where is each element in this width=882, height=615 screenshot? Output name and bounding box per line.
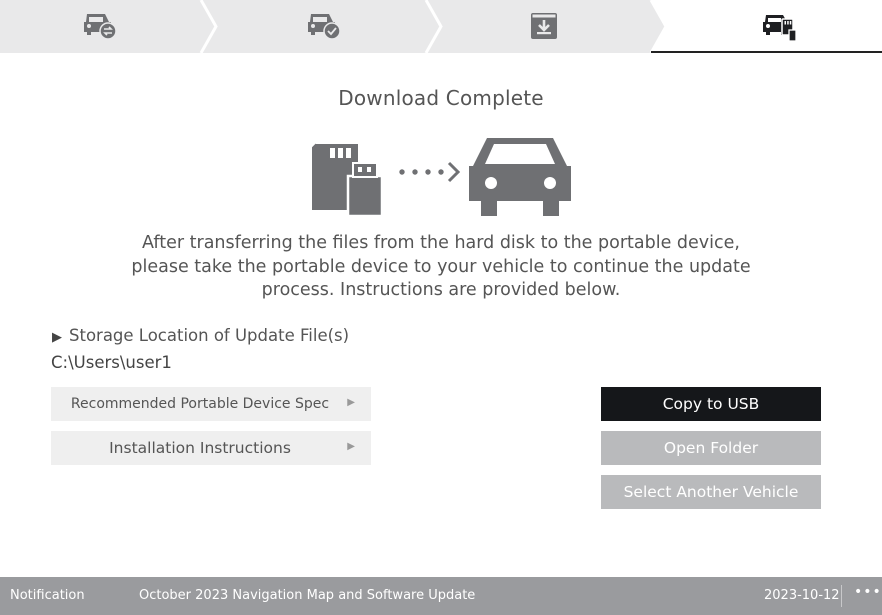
car-check-icon	[308, 14, 341, 40]
portable-device-icon	[312, 143, 384, 218]
page-title: Download Complete	[338, 86, 544, 110]
transfer-illustration	[312, 138, 571, 218]
step-progress-bar	[0, 0, 882, 53]
copy-to-usb-button[interactable]: Copy to USB	[601, 387, 821, 421]
instruction-line: After transferring the files from the ha…	[142, 233, 740, 253]
notification-bar: Notification October 2023 Navigation Map…	[0, 577, 882, 615]
notification-label[interactable]: Notification	[10, 588, 85, 603]
car-icon	[469, 138, 571, 216]
footer-divider	[841, 585, 842, 607]
car-swap-icon	[84, 14, 117, 40]
notification-date: 2023-10-12	[764, 588, 840, 603]
storage-path: C:\Users\user1	[51, 353, 172, 372]
car-device-icon	[763, 15, 797, 42]
more-options-icon[interactable]: •••	[854, 584, 882, 600]
select-another-vehicle-button[interactable]: Select Another Vehicle	[601, 475, 821, 509]
instruction-text: After transferring the files from the ha…	[100, 232, 782, 303]
notification-message[interactable]: October 2023 Navigation Map and Software…	[139, 588, 475, 603]
device-spec-label: Recommended Portable Device Spec	[70, 396, 330, 412]
play-arrow-icon: ▶	[347, 397, 355, 408]
play-arrow-icon: ▶	[347, 441, 355, 452]
transfer-arrow-icon	[399, 161, 461, 183]
installation-instructions-button[interactable]: Installation Instructions ▶	[51, 431, 371, 465]
step-bar-background	[0, 0, 882, 53]
storage-location-label: Storage Location of Update File(s)	[69, 326, 350, 345]
instruction-line: please take the portable device to your …	[131, 256, 751, 277]
installation-instructions-label: Installation Instructions	[109, 439, 291, 457]
storage-location-toggle[interactable]: ▶ Storage Location of Update File(s)	[52, 326, 349, 345]
device-spec-button[interactable]: Recommended Portable Device Spec ▶	[51, 387, 371, 421]
triangle-right-icon: ▶	[52, 330, 62, 345]
download-box-icon	[531, 13, 557, 39]
open-folder-button[interactable]: Open Folder	[601, 431, 821, 465]
instruction-line: process. Instructions are provided below…	[261, 280, 621, 300]
